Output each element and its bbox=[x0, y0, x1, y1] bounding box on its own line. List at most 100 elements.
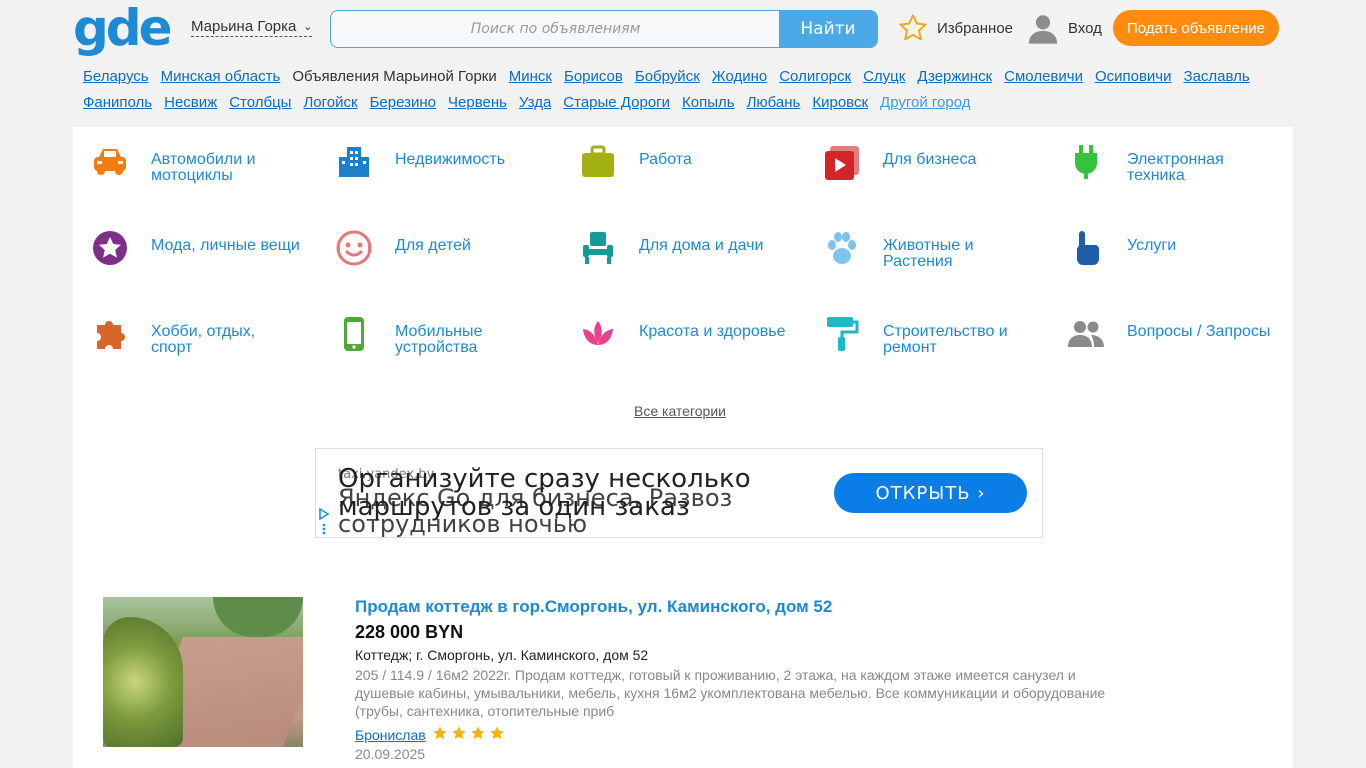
city-links: Беларусь Минская область Объявления Марьин… bbox=[76, 64, 1286, 116]
site-logo[interactable]: gde bbox=[73, 2, 172, 54]
city-link[interactable]: Кировск bbox=[812, 90, 868, 116]
city-link[interactable]: Любань bbox=[747, 90, 801, 116]
city-selector[interactable]: Марьина Горка ⌄ bbox=[191, 18, 313, 37]
category-label: Вопросы / Запросы bbox=[1127, 323, 1271, 340]
city-link[interactable]: Несвиж bbox=[164, 90, 217, 116]
category-item[interactable]: Работа bbox=[561, 127, 791, 187]
category-label: Услуги bbox=[1127, 237, 1177, 254]
people-icon bbox=[1067, 315, 1105, 353]
lotus-icon bbox=[579, 315, 617, 353]
category-label: Автомобили и мотоциклы bbox=[151, 151, 256, 184]
city-link[interactable]: Минск bbox=[509, 64, 552, 90]
city-link[interactable]: Дзержинск bbox=[917, 64, 992, 90]
city-link[interactable]: Борисов bbox=[564, 64, 623, 90]
category-item[interactable]: Животные и Растения bbox=[805, 213, 1035, 273]
chevron-right-icon: › bbox=[977, 482, 986, 504]
ad-banner[interactable]: taxi.yandex.by Организуйте сразу несколь… bbox=[315, 448, 1043, 538]
category-label: Работа bbox=[639, 151, 692, 168]
ad-headline-secondary: Яндекс Go для бизнеса. Развоз сотруднико… bbox=[338, 484, 733, 538]
city-link[interactable]: Другой город bbox=[880, 90, 970, 116]
search-bar: Найти bbox=[330, 10, 878, 48]
city-selector-label: Марьина Горка bbox=[191, 18, 297, 35]
category-item[interactable]: Строительство и ремонт bbox=[805, 299, 1035, 359]
category-label: Электронная техника bbox=[1127, 151, 1224, 184]
city-link[interactable]: Узда bbox=[519, 90, 551, 116]
paint-roller-icon bbox=[823, 315, 861, 353]
star-badge-icon bbox=[91, 229, 129, 267]
listing-title[interactable]: Продам коттедж в гор.Сморгонь, ул. Камин… bbox=[355, 597, 832, 617]
city-link[interactable]: Столбцы bbox=[229, 90, 291, 116]
category-item[interactable]: Для детей bbox=[317, 213, 547, 273]
hand-pointer-icon bbox=[1067, 229, 1105, 267]
main-panel: Автомобили и мотоциклы Недвижимость Работа… bbox=[73, 127, 1293, 768]
city-link[interactable]: Минская область bbox=[161, 64, 281, 90]
paw-icon bbox=[823, 229, 861, 267]
city-link[interactable]: Солигорск bbox=[779, 64, 851, 90]
category-item[interactable]: Для дома и дачи bbox=[561, 213, 791, 273]
star-outline-icon bbox=[899, 14, 927, 41]
ad-open-button[interactable]: ОТКРЫТЬ › bbox=[834, 473, 1027, 513]
listing-item[interactable]: Продам коттедж в гор.Сморгонь, ул. Камин… bbox=[73, 597, 1293, 768]
city-link[interactable]: Заславль bbox=[1184, 64, 1250, 90]
search-input[interactable] bbox=[331, 11, 780, 47]
seller-link[interactable]: Бронислав bbox=[355, 727, 426, 743]
city-link[interactable]: Копыль bbox=[682, 90, 735, 116]
briefcase-icon bbox=[579, 143, 617, 181]
category-item[interactable]: Недвижимость bbox=[317, 127, 547, 187]
category-label: Животные и Растения bbox=[883, 237, 974, 270]
listing-price: 228 000 BYN bbox=[355, 622, 464, 642]
category-item[interactable]: Вопросы / Запросы bbox=[1049, 299, 1279, 359]
seller-rating bbox=[432, 725, 505, 744]
category-label: Красота и здоровье bbox=[639, 323, 786, 340]
listing-photo[interactable] bbox=[103, 597, 303, 747]
star-icon bbox=[489, 725, 505, 744]
city-link[interactable]: Слуцк bbox=[863, 64, 905, 90]
city-link[interactable]: Бобруйск bbox=[635, 64, 700, 90]
city-link[interactable]: Осиповичи bbox=[1095, 64, 1172, 90]
city-link[interactable]: Березино bbox=[370, 90, 436, 116]
city-link[interactable]: Фаниполь bbox=[83, 90, 152, 116]
building-icon bbox=[335, 143, 373, 181]
plug-icon bbox=[1067, 143, 1105, 181]
city-link[interactable]: Старые Дороги bbox=[563, 90, 670, 116]
city-link[interactable]: Червень bbox=[448, 90, 507, 116]
all-categories-link[interactable]: Все категории bbox=[634, 403, 726, 419]
photo-bush bbox=[103, 617, 183, 747]
category-label: Для дома и дачи bbox=[639, 237, 764, 254]
category-item[interactable]: Услуги bbox=[1049, 213, 1279, 273]
adchoices-icon[interactable] bbox=[318, 507, 330, 535]
category-item[interactable]: Хобби, отдых, спорт bbox=[73, 299, 303, 359]
category-item[interactable]: Для бизнеса bbox=[805, 127, 1035, 187]
search-button[interactable]: Найти bbox=[779, 11, 877, 47]
category-item[interactable]: Красота и здоровье bbox=[561, 299, 791, 359]
city-link[interactable]: Смолевичи bbox=[1004, 64, 1083, 90]
photo-tree bbox=[213, 597, 303, 637]
city-link[interactable]: Беларусь bbox=[83, 64, 149, 90]
favorites-link[interactable]: Избранное bbox=[897, 11, 1013, 45]
listing-description: 205 / 114.9 / 16м2 2022г. Продам коттедж… bbox=[355, 667, 1106, 719]
listing-subtitle: Коттедж; г. Сморгонь, ул. Каминского, до… bbox=[355, 647, 649, 663]
category-label: Хобби, отдых, спорт bbox=[151, 323, 256, 356]
smartphone-icon bbox=[335, 315, 373, 353]
puzzle-icon bbox=[91, 315, 129, 353]
category-label: Для детей bbox=[395, 237, 471, 254]
post-ad-button[interactable]: Подать объявление bbox=[1113, 10, 1279, 46]
category-item[interactable]: Мобильные устройства bbox=[317, 299, 547, 359]
category-item[interactable]: Автомобили и мотоциклы bbox=[73, 127, 303, 187]
star-icon bbox=[451, 725, 467, 744]
category-label: Недвижимость bbox=[395, 151, 506, 168]
city-link[interactable]: Жодино bbox=[712, 64, 767, 90]
category-item[interactable]: Мода, личные вещи bbox=[73, 213, 303, 273]
login-link[interactable]: Вход bbox=[1026, 11, 1102, 45]
user-icon bbox=[1028, 15, 1058, 44]
car-icon bbox=[91, 143, 129, 181]
header: gde Марьина Горка ⌄ Найти Избранное Вход… bbox=[0, 0, 1366, 60]
category-item[interactable]: Электронная техника bbox=[1049, 127, 1279, 187]
listing-seller: Бронислав bbox=[355, 725, 505, 744]
smiley-icon bbox=[335, 229, 373, 267]
listing-date: 20.09.2025 bbox=[355, 746, 426, 762]
category-label: Мода, личные вещи bbox=[151, 237, 300, 254]
city-link: Объявления Марьиной Горки bbox=[292, 68, 497, 85]
city-link[interactable]: Логойск bbox=[303, 90, 357, 116]
category-label: Строительство и ремонт bbox=[883, 323, 1008, 356]
